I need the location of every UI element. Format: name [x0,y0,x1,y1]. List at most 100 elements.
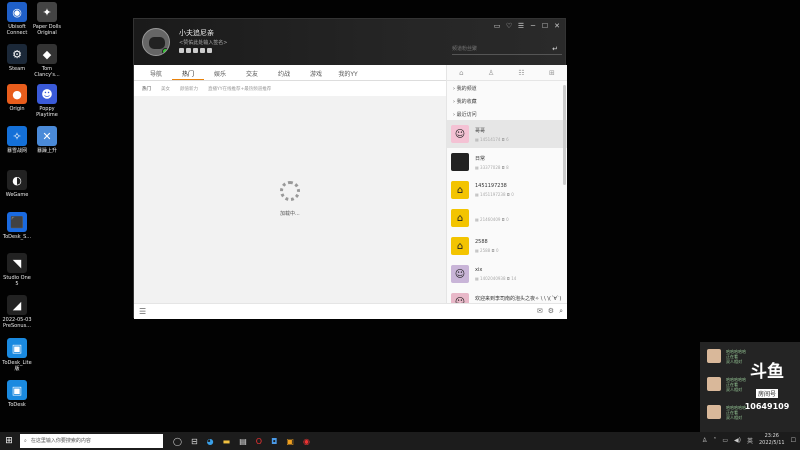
subtab-0[interactable]: 热门 [142,86,151,92]
channel-list-item[interactable]: ☺ xix ▦ 1402040938 ◘ 14 [447,260,567,288]
desktop-icon[interactable]: ◥ Studio One 5 [0,253,34,287]
notification-text: 哈哈哈哈哈 正在看 双人相对 [726,404,746,420]
channel-list-item[interactable]: ⌂ ▦ 21460409 ◘ 0 [447,204,567,232]
yy-client-window: 小夫追尼亲 <赞佑此处输入签名> ▭ ♡ ☰ ─ ☐ ✕ 频道粉丝聚 ↵ 导航 热门 娱乐 交友… [133,18,567,319]
subtab-1[interactable]: 美女 [161,86,170,92]
channel-name: 日常 [475,155,486,162]
store-icon[interactable]: ▤ [239,437,247,446]
language-indicator[interactable]: 英 [747,436,753,445]
person-icon[interactable]: ♙ [702,437,707,444]
desktop-icon[interactable]: ⚙ Steam [0,44,34,72]
message-icon[interactable]: ✉ [537,307,543,316]
subtab-2[interactable]: 颜值新力 [180,86,198,92]
main-tabs: 导航 热门 娱乐 交友 约战 游戏 我的YY [134,65,446,81]
desktop-icon-label: ToDesk [8,402,26,408]
network-icon[interactable]: ▭ [722,437,728,444]
clock[interactable]: 23:26 2022/5/11 [759,433,785,447]
desktop-icon[interactable]: ▣ ToDesk [0,380,34,408]
chevron-up-icon[interactable]: ˄ [713,437,716,444]
person-icon[interactable]: ♙ [488,69,494,77]
desktop-icon[interactable]: ☻ Poppy Playtime [30,84,64,118]
yy-app-icon[interactable]: ▣ [286,437,294,446]
app-icon: ⬛ [7,212,27,232]
close-icon[interactable]: ✕ [553,22,561,30]
apps-icon[interactable]: ⊞ [549,69,555,77]
notification-text: 哈哈哈哈哈 正在看 双人相对 [726,348,746,364]
channel-list-item[interactable]: ⌂ 1451197238 ▦ 1451197238 ◘ 0 [447,176,567,204]
desktop-icon[interactable]: ⬛ ToDesk_S... [0,212,34,240]
subtab-3[interactable]: 直播YY在线推荐+最热频道推荐 [208,86,271,92]
tab-4[interactable]: 约战 [268,65,300,80]
desktop-icon-label: Paper Dolls Original [32,24,62,36]
desktop-icon[interactable]: ✧ 暴雪战网 [0,126,34,154]
app-icon[interactable]: ◘ [271,437,277,446]
channel-name: 哥哥 [475,127,486,134]
taskbar: ⊞ ⌕ 在这里输入你要搜索的内容 ◯ ⊟ ◕ ▬ ▤ O ◘ ▣ ◉ ♙ ˄ ▭… [0,432,800,450]
channel-list-item[interactable]: ☻ 日常 ▦ 33377028 ◘ 8 [447,148,567,176]
tab-0[interactable]: 导航 [140,65,172,80]
desktop-icon[interactable]: ◢ 2022-05-03 PreSonus... [0,295,34,329]
desktop-icon[interactable]: ● Origin [0,84,34,112]
desktop-icon-label: WeGame [5,192,29,198]
contacts-icon[interactable]: ☷ [518,69,524,77]
channel-name: 欢迎来到李司南的泡头之夜✧ \ \ \(´∀`) [475,295,562,302]
user-signature[interactable]: <赞佑此处输入签名> [179,39,227,46]
app-icon: ● [7,84,27,104]
tab-1[interactable]: 热门 [172,65,204,80]
desktop-icon[interactable]: ◐ WeGame [0,170,34,198]
side-group[interactable]: › 我的频道 [447,81,567,94]
side-group[interactable]: › 我的收藏 [447,94,567,107]
desktop-icon[interactable]: ▣ ToDesk_Lite 版 [0,338,34,372]
taskbar-search-input[interactable]: ⌕ 在这里输入你要搜索的内容 [20,434,163,448]
channel-list-item[interactable]: ⌂ 2588 ▦ 2588 ◘ 0 [447,232,567,260]
channel-meta: ▦ 1451197238 ◘ 0 [475,192,514,197]
user-avatar[interactable] [142,28,170,56]
windows-start-icon[interactable]: ⊞ [0,436,18,446]
desktop-icon[interactable]: ✦ Paper Dolls Original [30,2,64,36]
desktop-icon-label: ToDesk_S... [2,234,32,240]
opera-icon[interactable]: O [256,437,262,446]
apps-grid-icon[interactable]: ⊟ [191,437,198,446]
channel-list-item[interactable]: ☺欢迎来到李司南的泡头之夜✧ \ \ \(´∀`)▦ 40717173 ◘ 13… [447,288,567,303]
task-view-icon[interactable]: ◯ [173,437,182,446]
volume-icon[interactable]: ◀) [734,437,741,444]
channel-search-input[interactable]: 频道粉丝聚 ↵ [452,43,562,55]
settings-icon[interactable]: ⚙ [548,307,554,316]
douyu-logo: 斗鱼 [750,362,784,382]
channel-list-item[interactable]: ☺ 哥哥 ▦ 14514174 ◘ 6 [447,120,567,148]
desktop-icon[interactable]: ◉ Ubisoft Connect [0,2,34,36]
user-name[interactable]: 小夫追尼亲 [179,28,214,38]
desktop-icon-label: Ubisoft Connect [6,24,28,36]
system-tray: ♙ ˄ ▭ ◀) 英 23:26 2022/5/11 ☐ [702,433,796,447]
skin-icon[interactable]: ▭ [493,22,501,30]
notification-icon[interactable]: ☐ [791,437,796,444]
app-icon: ☻ [37,84,57,104]
desktop-icon-label: 暴躁上升 [36,148,57,154]
menu-icon[interactable]: ☰ [139,307,146,316]
side-group[interactable]: › 最近访问 [447,107,567,120]
file-explorer-icon[interactable]: ▬ [223,437,231,446]
tab-6[interactable]: 我的YY [332,65,364,80]
app-icon: ✧ [7,126,27,146]
edge-icon[interactable]: ◕ [207,437,214,446]
channel-avatar: ⌂ [451,237,469,255]
favorite-icon[interactable]: ♡ [505,22,513,30]
tab-5[interactable]: 游戏 [300,65,332,80]
desktop-icon-label: Steam [8,66,26,72]
window-header: 小夫追尼亲 <赞佑此处输入签名> ▭ ♡ ☰ ─ ☐ ✕ 频道粉丝聚 ↵ [134,19,565,65]
netease-music-icon[interactable]: ◉ [303,437,310,446]
minimize-icon[interactable]: ─ [529,22,537,30]
search-icon[interactable]: ⌕ [559,307,563,316]
enter-icon[interactable]: ↵ [552,43,558,55]
tab-2[interactable]: 娱乐 [204,65,236,80]
menu-icon[interactable]: ☰ [517,22,525,30]
home-icon[interactable]: ⌂ [459,69,463,77]
tab-3[interactable]: 交友 [236,65,268,80]
taskbar-search-placeholder: 在这里输入你要搜索的内容 [30,438,91,444]
desktop-icon[interactable]: ✕ 暴躁上升 [30,126,64,154]
app-icon: ◉ [7,2,27,22]
desktop-icon[interactable]: ◆ Tom Clancy's... [30,44,64,78]
notification-avatar [707,405,721,419]
maximize-icon[interactable]: ☐ [541,22,549,30]
side-scrollbar[interactable] [563,85,566,185]
